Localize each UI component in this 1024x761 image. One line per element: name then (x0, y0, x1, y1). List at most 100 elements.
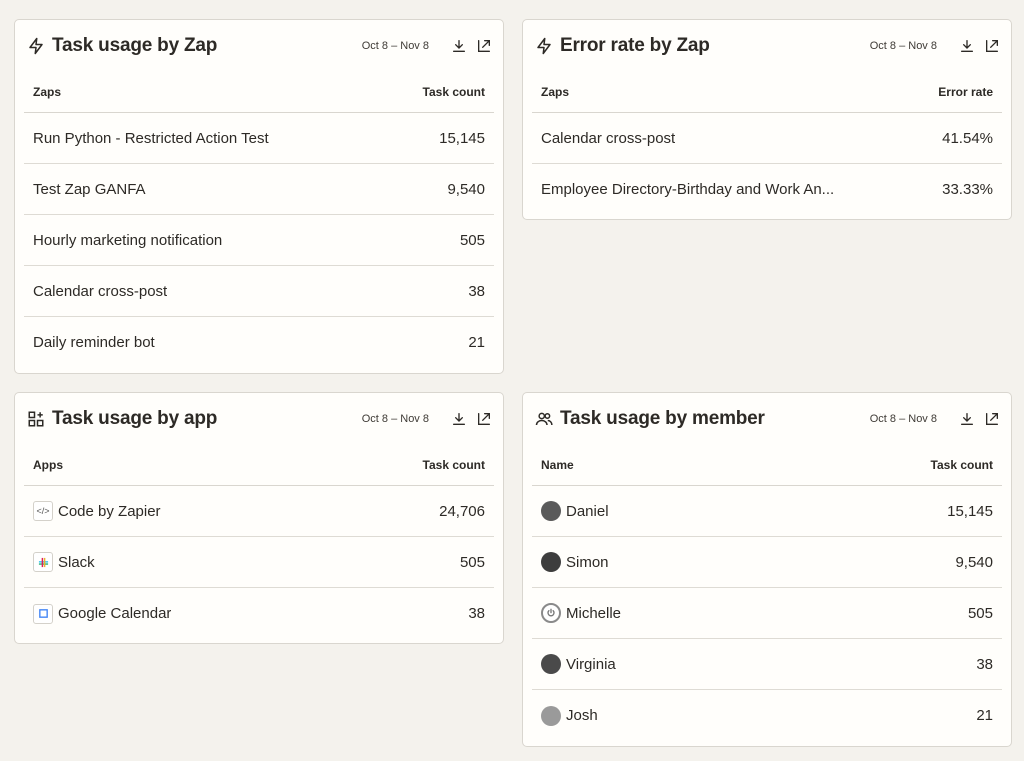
row-name: Calendar cross-post (541, 129, 676, 147)
avatar (541, 705, 561, 726)
table-header: Zaps Task count (24, 72, 494, 113)
card-title: Task usage by Zap (52, 35, 218, 56)
column-header-task-count: Task count (422, 458, 485, 472)
table-header: Apps Task count (24, 445, 494, 486)
row-name-cell: Google Calendar (33, 603, 172, 624)
row-value: 41.54% (942, 129, 993, 147)
app-usage-table: Apps Task count </> Code by Zapier 24,70… (24, 445, 494, 639)
row-value: 15,145 (439, 129, 485, 147)
error-rate-by-zap-card: Error rate by Zap Oct 8 – Nov 8 Zaps Err… (522, 19, 1012, 220)
power-avatar-icon (541, 603, 561, 623)
row-value: 505 (459, 231, 485, 249)
table-row[interactable]: Google Calendar 38 (24, 588, 494, 639)
column-header-task-count: Task count (422, 85, 485, 99)
table-row[interactable]: Michelle 505 (532, 588, 1002, 639)
table-header: Zaps Error rate (532, 72, 1002, 113)
row-value: 9,540 (447, 180, 485, 198)
table-row[interactable]: Daniel 15,145 (532, 486, 1002, 537)
row-name: Test Zap GANFA (33, 180, 146, 198)
avatar (541, 654, 561, 674)
table-row[interactable]: Josh 21 (532, 690, 1002, 741)
table-row[interactable]: Virginia 38 (532, 639, 1002, 690)
row-name-cell: Slack (33, 552, 95, 572)
row-name: Michelle (566, 604, 622, 622)
row-value: 38 (976, 655, 993, 673)
column-header-error-rate: Error rate (938, 85, 993, 99)
task-usage-by-app-card: Task usage by app Oct 8 – Nov 8 Apps Tas… (14, 392, 504, 644)
row-value: 24,706 (439, 502, 485, 520)
open-external-icon[interactable] (475, 37, 493, 55)
apps-grid-icon (26, 409, 46, 429)
row-name: Daily reminder bot (33, 334, 155, 351)
code-icon: </> (33, 501, 53, 521)
row-value: 505 (967, 604, 993, 622)
table-row[interactable]: Hourly marketing notification 505 (24, 215, 494, 266)
column-header-zaps: Zaps (33, 85, 62, 99)
row-name: Josh (566, 707, 598, 724)
task-usage-by-zap-card: Task usage by Zap Oct 8 – Nov 8 Zaps Tas… (14, 19, 504, 374)
card-title: Error rate by Zap (560, 35, 710, 56)
row-name-cell: Daniel (541, 501, 609, 521)
row-name: Daniel (566, 502, 609, 520)
avatar (541, 501, 561, 521)
row-name: Slack (58, 553, 95, 571)
row-name: Simon (566, 553, 609, 571)
row-name-cell: </> Code by Zapier (33, 501, 161, 521)
slack-icon (33, 552, 53, 572)
google-calendar-icon (33, 603, 53, 624)
card-title: Task usage by app (52, 408, 218, 429)
row-name-cell: Simon (541, 552, 609, 572)
download-icon[interactable] (958, 37, 976, 55)
table-row[interactable]: </> Code by Zapier 24,706 (24, 486, 494, 537)
avatar (541, 552, 561, 572)
row-value: 21 (976, 707, 993, 724)
card-header: Task usage by member Oct 8 – Nov 8 (523, 393, 1011, 445)
card-title: Task usage by member (560, 408, 765, 429)
row-value: 21 (468, 334, 485, 351)
card-header: Error rate by Zap Oct 8 – Nov 8 (523, 20, 1011, 72)
card-header: Task usage by Zap Oct 8 – Nov 8 (15, 20, 503, 72)
open-external-icon[interactable] (983, 410, 1001, 428)
open-external-icon[interactable] (475, 410, 493, 428)
lightning-icon (534, 36, 554, 56)
date-range: Oct 8 – Nov 8 (869, 40, 937, 52)
row-value: 38 (468, 282, 485, 300)
row-name-cell: Josh (541, 705, 598, 726)
date-range: Oct 8 – Nov 8 (869, 413, 937, 425)
zap-usage-table: Zaps Task count Run Python - Restricted … (24, 72, 494, 368)
table-row[interactable]: Slack 505 (24, 537, 494, 588)
row-value: 38 (468, 605, 485, 622)
date-range: Oct 8 – Nov 8 (361, 413, 429, 425)
table-row[interactable]: Simon 9,540 (532, 537, 1002, 588)
lightning-icon (26, 36, 46, 56)
download-icon[interactable] (450, 410, 468, 428)
member-usage-table: Name Task count Daniel 15,145 Simon 9,54… (532, 445, 1002, 741)
row-name: Hourly marketing notification (33, 231, 223, 249)
download-icon[interactable] (958, 410, 976, 428)
row-name: Virginia (566, 655, 616, 673)
row-value: 33.33% (942, 181, 993, 198)
download-icon[interactable] (450, 37, 468, 55)
table-row[interactable]: Calendar cross-post 38 (24, 266, 494, 317)
error-rate-table: Zaps Error rate Calendar cross-post 41.5… (532, 72, 1002, 215)
table-row[interactable]: Run Python - Restricted Action Test 15,1… (24, 113, 494, 164)
card-header: Task usage by app Oct 8 – Nov 8 (15, 393, 503, 445)
table-row[interactable]: Test Zap GANFA 9,540 (24, 164, 494, 215)
column-header-name: Name (541, 458, 574, 472)
row-value: 505 (459, 553, 485, 571)
row-name: Google Calendar (58, 605, 172, 622)
task-usage-by-member-card: Task usage by member Oct 8 – Nov 8 Name … (522, 392, 1012, 747)
row-name: Run Python - Restricted Action Test (33, 129, 269, 147)
row-name: Calendar cross-post (33, 282, 168, 300)
row-name: Employee Directory-Birthday and Work An.… (541, 181, 835, 198)
table-row[interactable]: Calendar cross-post 41.54% (532, 113, 1002, 164)
table-header: Name Task count (532, 445, 1002, 486)
table-row[interactable]: Daily reminder bot 21 (24, 317, 494, 368)
column-header-zaps: Zaps (541, 85, 570, 99)
row-value: 9,540 (955, 553, 993, 571)
column-header-task-count: Task count (930, 458, 993, 472)
column-header-apps: Apps (33, 458, 63, 472)
table-row[interactable]: Employee Directory-Birthday and Work An.… (532, 164, 1002, 215)
row-value: 15,145 (947, 502, 993, 520)
open-external-icon[interactable] (983, 37, 1001, 55)
